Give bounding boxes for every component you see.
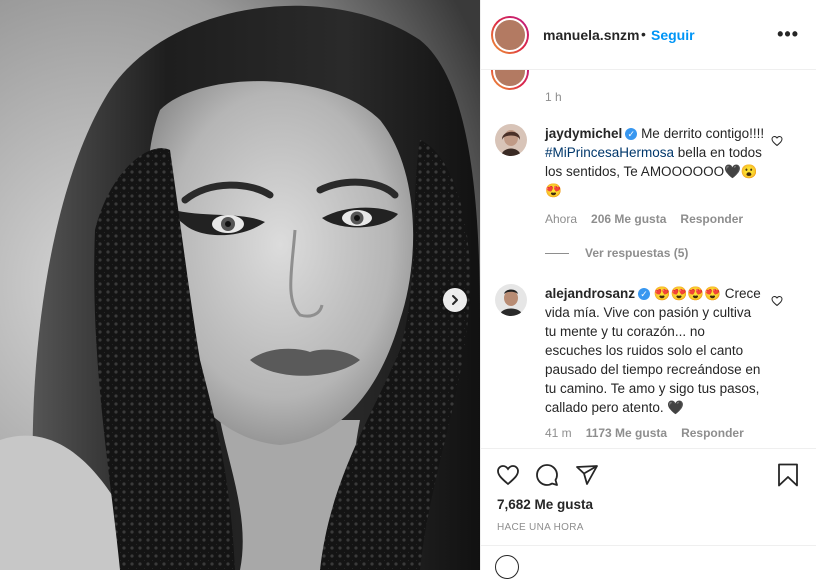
comment-like-button[interactable] — [771, 294, 783, 312]
post-sidebar: manuela.snzm • Seguir ••• 1 h jaydymiche… — [480, 0, 816, 579]
separator-dot: • — [641, 26, 646, 42]
comment-likes[interactable]: 1173 Me gusta — [586, 426, 667, 440]
verified-badge-icon: ✓ — [625, 128, 638, 140]
verified-badge-icon: ✓ — [638, 288, 651, 300]
comment-text-part: Me derrito contigo!!!! — [641, 126, 765, 141]
follow-button[interactable]: Seguir — [651, 27, 695, 43]
post-header: manuela.snzm • Seguir ••• — [481, 0, 816, 70]
heart-icon — [771, 295, 783, 307]
comment-time: Ahora — [545, 212, 578, 226]
reply-button[interactable]: Responder — [680, 212, 743, 226]
post-photo[interactable] — [0, 0, 480, 570]
share-button[interactable] — [575, 463, 599, 492]
heart-icon — [771, 135, 783, 147]
comment-meta: 41 m 1173 Me gusta Responder — [545, 426, 758, 440]
share-icon — [576, 465, 598, 485]
like-button[interactable] — [495, 463, 521, 492]
commenter-avatar[interactable] — [495, 284, 527, 316]
next-photo-button[interactable] — [443, 288, 467, 312]
save-button[interactable] — [777, 463, 799, 492]
commenter-username[interactable]: alejandrosanz — [545, 286, 635, 301]
comment-meta: Ahora 206 Me gusta Responder — [545, 212, 757, 226]
heart-icon — [497, 465, 519, 486]
like-count[interactable]: 7,682 Me gusta — [497, 497, 593, 512]
emoji-icon[interactable] — [495, 555, 519, 579]
comment-time: 41 m — [545, 426, 572, 440]
reply-button[interactable]: Responder — [681, 426, 744, 440]
more-options-button[interactable]: ••• — [777, 25, 799, 43]
comments-list[interactable]: 1 h jaydymichel ✓ Me derrito contigo!!!! … — [481, 70, 816, 448]
view-replies-label: Ver respuestas (5) — [585, 246, 689, 260]
commenter-username[interactable]: jaydymichel — [545, 126, 622, 141]
author-avatar[interactable] — [491, 16, 529, 54]
comment-button[interactable] — [535, 463, 559, 492]
commenter-avatar[interactable] — [495, 124, 527, 156]
comment-like-button[interactable] — [771, 134, 783, 152]
author-username[interactable]: manuela.snzm — [543, 27, 639, 43]
view-replies-button[interactable]: Ver respuestas (5) — [545, 246, 688, 260]
comment-text: alejandrosanz ✓ 😍😍😍😍 Crece vida mía. Vive… — [545, 284, 765, 417]
post-timestamp: HACE UNA HORA — [497, 522, 584, 533]
caption-time: 1 h — [545, 90, 562, 104]
comment-text-part: 😍😍😍😍 Crece vida mía. Vive con pasión y c… — [545, 286, 761, 415]
hashtag-link[interactable]: #MiPrincesaHermosa — [545, 145, 674, 160]
caption-avatar[interactable] — [491, 70, 529, 90]
comment-icon — [536, 464, 558, 486]
comment-text: jaydymichel ✓ Me derrito contigo!!!! #MiP… — [545, 124, 765, 200]
add-comment-bar[interactable] — [481, 545, 816, 579]
chevron-right-icon — [452, 295, 458, 305]
post-actions: 7,682 Me gusta HACE UNA HORA — [481, 448, 816, 579]
comment-likes[interactable]: 206 Me gusta — [591, 212, 666, 226]
portrait-image — [0, 0, 480, 570]
bookmark-icon — [778, 463, 798, 487]
